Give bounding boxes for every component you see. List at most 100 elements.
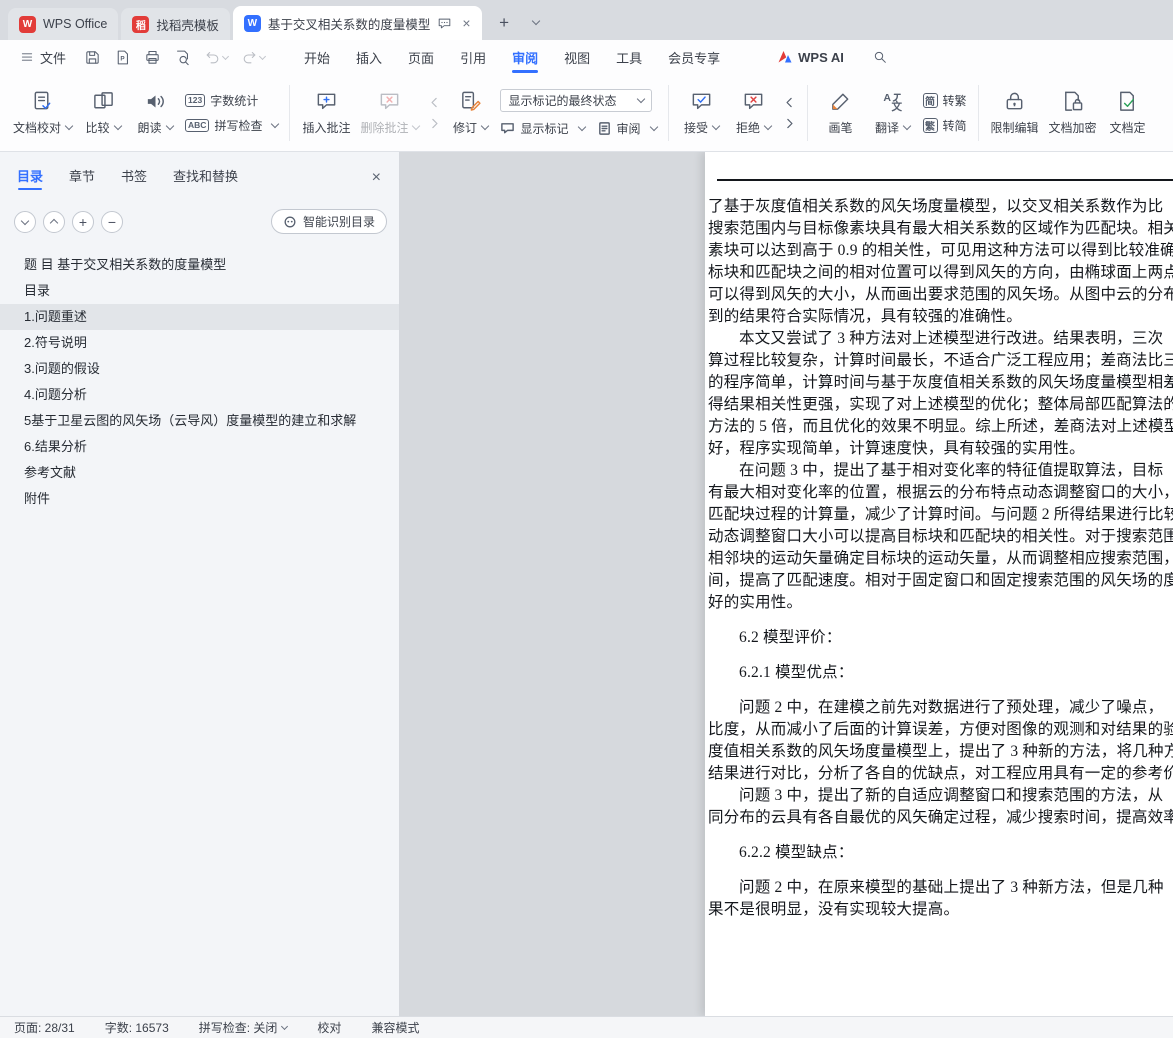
status-proofread[interactable]: 校对 (317, 1019, 341, 1036)
encrypt-label: 文档加密 (1048, 120, 1097, 135)
document-canvas: 了基于灰度值相关系数的风矢场度量模型，以交叉相关系数作为比 搜索范围内与目标像素… (400, 152, 1173, 1016)
menu-tab[interactable]: 开始 (291, 40, 343, 74)
toc-zoom-out-button[interactable]: − (101, 210, 123, 233)
status-word-count[interactable]: 字数: 16573 (105, 1019, 169, 1036)
toc-item[interactable]: 6.结果分析 (0, 434, 399, 460)
ribbon-separator (806, 84, 808, 141)
toc-item[interactable]: 5基于卫星云图的风矢场（云导风）度量模型的建立和求解 (0, 408, 399, 434)
save-button[interactable] (84, 49, 101, 66)
toc-zoom-in-button[interactable]: + (72, 210, 94, 233)
toc-item[interactable]: 参考文献 (0, 460, 399, 486)
translate-button[interactable]: A文 翻译 (867, 86, 919, 140)
pen-button[interactable]: 画笔 (815, 86, 867, 140)
insert-comment-button[interactable]: 插入批注 (297, 86, 355, 140)
wps-ai-button[interactable]: WPS AI (777, 49, 844, 65)
menu-tab[interactable]: 会员专享 (655, 40, 733, 74)
next-comment-icon (432, 118, 438, 128)
menu-tab[interactable]: 视图 (551, 40, 603, 74)
undo-button[interactable] (204, 49, 230, 66)
next-change-button[interactable] (780, 115, 800, 131)
insert-comment-icon (317, 93, 336, 109)
document-text-line: 可以得到风矢的大小，从而画出要求范围的风矢场。从图中云的分布可 (708, 286, 1173, 303)
print-button[interactable] (144, 49, 161, 66)
redo-button[interactable] (241, 49, 267, 66)
tab-list-button[interactable] (524, 10, 549, 35)
tab-document[interactable]: W 基于交叉相关系数的度量模型 × (232, 6, 482, 40)
compare-icon (93, 91, 113, 108)
review-label: 审阅 (616, 121, 641, 136)
toc-item[interactable]: 目录 (0, 278, 399, 304)
close-tab-icon[interactable]: × (462, 16, 470, 30)
wps-ai-icon (778, 51, 792, 63)
toc-item[interactable]: 1.问题重述 (0, 304, 399, 330)
word-count-button[interactable]: 123 字数统计 (185, 92, 278, 109)
export-pdf-button[interactable]: P (114, 49, 131, 66)
document-page[interactable]: 了基于灰度值相关系数的风矢场度量模型，以交叉相关系数作为比 搜索范围内与目标像素… (705, 152, 1173, 1016)
smart-toc-button[interactable]: 智能识别目录 (270, 209, 387, 234)
toc-item[interactable]: 2.符号说明 (0, 330, 399, 356)
print-preview-button[interactable] (174, 49, 191, 66)
document-text-line: 在问题 3 中，提出了基于相对变化率的特征值提取算法，目标 (739, 462, 1164, 479)
to-simplified-button[interactable]: 繁 转简 (922, 117, 967, 134)
smart-toc-icon (284, 216, 296, 227)
review-button[interactable]: 审阅 (597, 120, 658, 137)
close-pane-icon[interactable]: × (372, 169, 381, 186)
document-text-line: 6.2 模型评价： (739, 629, 842, 646)
next-comment-button[interactable] (424, 115, 444, 131)
document-text-line: 方法的 5 倍，而且优化的效果不明显。综上所述，差商法对上述模型 (708, 418, 1173, 435)
markup-state-select[interactable]: 显示标记的最终状态 (500, 88, 653, 112)
reject-button[interactable]: 拒绝 (728, 86, 780, 140)
status-spellcheck[interactable]: 拼写检查: 关闭 (199, 1019, 289, 1036)
spell-check-badge-icon: ABC (185, 118, 210, 132)
status-page[interactable]: 页面: 28/31 (14, 1019, 75, 1036)
toc-item[interactable]: 题 目 基于交叉相关系数的度量模型 (0, 252, 399, 278)
doc-proofread-label: 文档校对 (13, 120, 62, 135)
sidebar-tab[interactable]: 书签 (121, 166, 147, 189)
toc-item[interactable]: 3.问题的假设 (0, 356, 399, 382)
comment-bubble-icon (439, 18, 451, 28)
document-text-line: 6.2.1 模型优点： (739, 664, 854, 681)
ribbon-separator (667, 84, 669, 141)
tab-wps-office[interactable]: W WPS Office (8, 8, 119, 40)
toc-expand-all-button[interactable] (14, 210, 36, 233)
show-markup-button[interactable]: 显示标记 (500, 120, 586, 137)
doc-proofread-button[interactable]: 文档校对 (8, 86, 77, 140)
show-markup-icon (501, 122, 515, 133)
restrict-edit-button[interactable]: 限制编辑 (986, 86, 1044, 140)
read-aloud-button[interactable]: 朗读 (129, 86, 181, 140)
toc-item[interactable]: 附件 (0, 486, 399, 512)
menu-tab[interactable]: 工具 (603, 40, 655, 74)
search-button[interactable] (872, 49, 888, 65)
file-menu[interactable]: 文件 (12, 48, 74, 67)
menu-tab[interactable]: 审阅 (499, 40, 551, 74)
previous-change-button[interactable] (780, 94, 800, 110)
menu-tab[interactable]: 插入 (343, 40, 395, 74)
toc-item[interactable]: 4.问题分析 (0, 382, 399, 408)
to-traditional-button[interactable]: 简 转繁 (922, 92, 967, 109)
sidebar-tab[interactable]: 目录 (17, 166, 43, 190)
finalize-button[interactable]: 文档定 (1102, 86, 1154, 140)
status-compat-mode[interactable]: 兼容模式 (371, 1019, 419, 1036)
document-text-line: 好的实用性。 (708, 594, 803, 611)
new-tab-button[interactable]: + (492, 10, 517, 35)
delete-comment-button[interactable]: 删除批注 (355, 86, 424, 140)
pen-label: 画笔 (828, 120, 853, 135)
translate-label: 翻译 (875, 120, 900, 135)
spell-check-button[interactable]: ABC 拼写检查 (185, 117, 280, 134)
toc-collapse-all-button[interactable] (43, 210, 65, 233)
document-text-line: 了基于灰度值相关系数的风矢场度量模型，以交叉相关系数作为比 (708, 198, 1164, 215)
track-changes-button[interactable]: 修订 (444, 86, 496, 140)
tab-docer-template[interactable]: 稻 找稻壳模板 (121, 8, 230, 40)
sidebar-tab[interactable]: 查找和替换 (173, 166, 238, 189)
document-text-line: 果不是很明显，没有实现较大提高。 (708, 901, 960, 918)
svg-text:P: P (120, 55, 125, 62)
menu-tab[interactable]: 页面 (395, 40, 447, 74)
accept-button[interactable]: 接受 (676, 86, 728, 140)
sidebar-tab[interactable]: 章节 (69, 166, 95, 189)
encrypt-button[interactable]: 文档加密 (1044, 86, 1102, 140)
content-area: 目录 章节 书签 查找和替换 × + − 智能识别目录 题 目 基于交叉相关系数… (0, 152, 1173, 1016)
compare-button[interactable]: 比较 (77, 86, 129, 140)
tab-document-title: 基于交叉相关系数的度量模型 (267, 17, 431, 32)
menu-tab[interactable]: 引用 (447, 40, 499, 74)
previous-comment-button[interactable] (424, 94, 444, 110)
